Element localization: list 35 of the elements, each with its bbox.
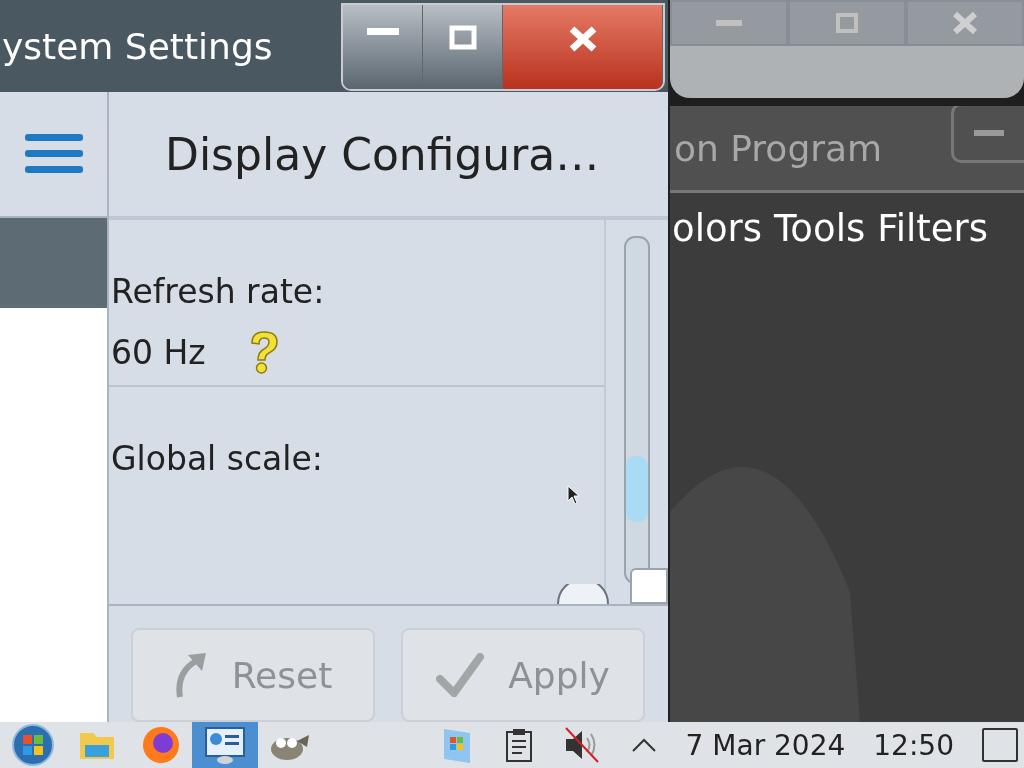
field-value: 60 Hz <box>111 332 206 372</box>
curved-arrow-icon <box>173 651 208 699</box>
field-label: Refresh rate: <box>111 272 326 311</box>
menu-icon <box>24 132 83 176</box>
show-desktop-button[interactable] <box>982 728 1018 762</box>
minimize-icon <box>972 128 1006 138</box>
maximize-button[interactable] <box>423 5 503 89</box>
minimize-icon <box>714 18 744 28</box>
taskbar-app[interactable] <box>192 722 258 768</box>
field-label: Global scale: <box>111 439 324 478</box>
minimize-button[interactable] <box>343 5 423 89</box>
menu-item[interactable]: olors <box>672 207 763 250</box>
globe-icon <box>140 724 182 766</box>
date-text: 7 Mar 2024 <box>685 728 846 762</box>
minimize-icon <box>364 25 401 37</box>
clipboard-icon[interactable] <box>503 727 534 763</box>
maximize-icon <box>835 12 859 34</box>
clock-text: 12:50 <box>873 728 954 762</box>
scrollbar[interactable] <box>624 236 650 584</box>
menu-button[interactable] <box>0 92 107 218</box>
minimize-button[interactable] <box>951 106 1024 163</box>
slider-handle[interactable] <box>556 584 610 604</box>
menu-item[interactable]: Filters <box>877 207 989 250</box>
menu-item[interactable]: Tools <box>774 207 866 250</box>
resize-corner <box>630 568 668 604</box>
maximize-icon <box>448 25 477 51</box>
window-title: on Program <box>673 127 883 169</box>
monitor-icon <box>203 725 247 765</box>
close-icon <box>951 11 979 35</box>
page-title: Display Configura… <box>165 128 600 180</box>
close-button[interactable] <box>503 5 663 89</box>
window-title: ystem Settings <box>2 26 273 67</box>
start-orb-icon <box>11 723 55 767</box>
checkmark-icon <box>436 653 485 697</box>
mouse-pointer-icon <box>567 485 581 505</box>
